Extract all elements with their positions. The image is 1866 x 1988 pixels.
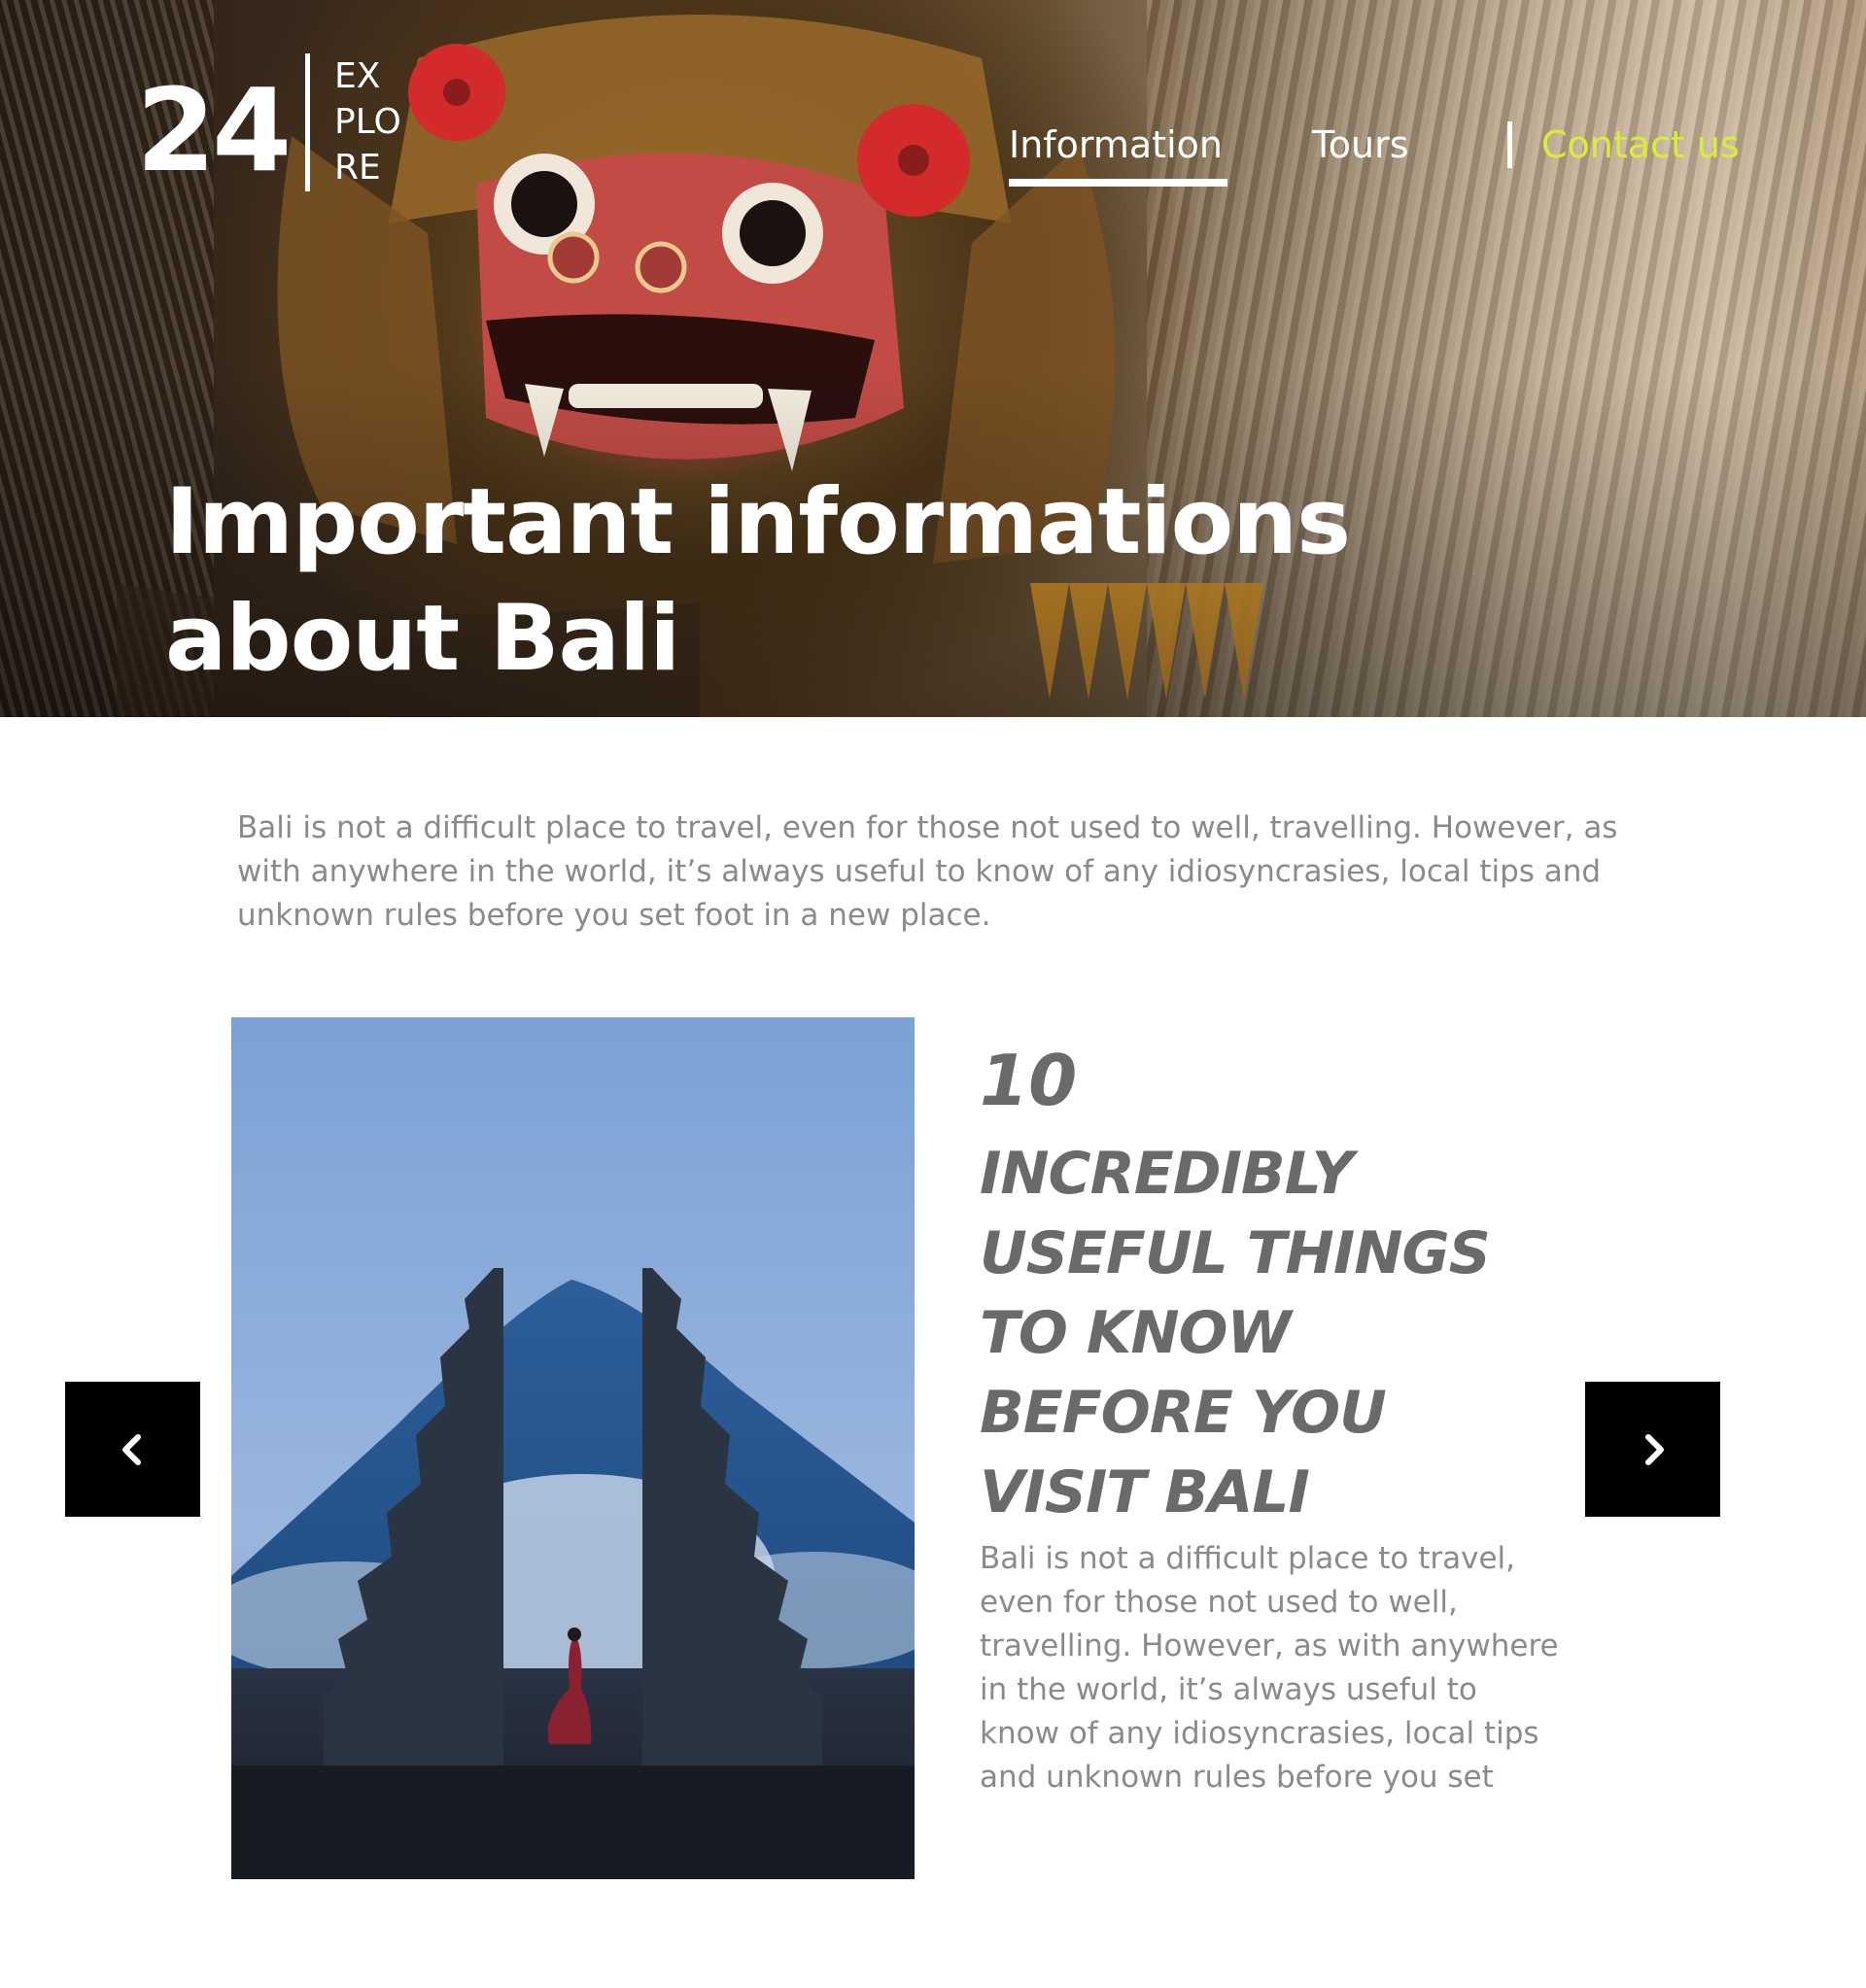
feature-title-line: USEFUL THINGS <box>980 1219 1491 1287</box>
page-title-line: Important informations <box>165 469 1351 575</box>
feature-title-line: INCREDIBLY <box>980 1140 1354 1208</box>
feature-image-bali-gate <box>231 1017 915 1879</box>
logo-number: 24 <box>136 63 292 197</box>
feature-title-line: VISIT BALI <box>980 1458 1310 1526</box>
hero-banner: 24 EX PLO RE Information Tours Contact u… <box>0 0 1866 717</box>
nav-link-information[interactable]: Information <box>1009 120 1223 169</box>
nav-active-indicator <box>1009 179 1227 187</box>
nav-link-tours[interactable]: Tours <box>1312 120 1409 169</box>
nav-divider <box>1507 121 1512 168</box>
chevron-right-icon <box>1644 1433 1664 1465</box>
nav-link-contact-us[interactable]: Contact us <box>1541 120 1740 169</box>
logo-word-line: PLO <box>334 102 401 142</box>
carousel-prev-button[interactable] <box>65 1382 200 1517</box>
logo-word-line: EX <box>334 56 381 96</box>
feature-number: 10 <box>980 1040 1078 1121</box>
feature-title-line: BEFORE YOU <box>980 1379 1387 1447</box>
page-title: Important informations about Bali <box>165 464 1429 698</box>
logo-wordmark: EX PLO RE <box>334 53 401 190</box>
logo-word-line: RE <box>334 148 381 188</box>
carousel-next-button[interactable] <box>1585 1382 1720 1517</box>
chevron-left-icon <box>121 1433 141 1465</box>
feature-title: INCREDIBLY USEFUL THINGS TO KNOW BEFORE … <box>980 1134 1582 1532</box>
feature-description: Bali is not a difficult place to travel,… <box>980 1541 1559 1795</box>
intro-paragraph: Bali is not a difficult place to travel,… <box>237 810 1618 933</box>
feature-title-line: TO KNOW <box>980 1299 1292 1367</box>
page-title-line: about Bali <box>165 586 680 692</box>
logo-divider <box>305 53 310 191</box>
